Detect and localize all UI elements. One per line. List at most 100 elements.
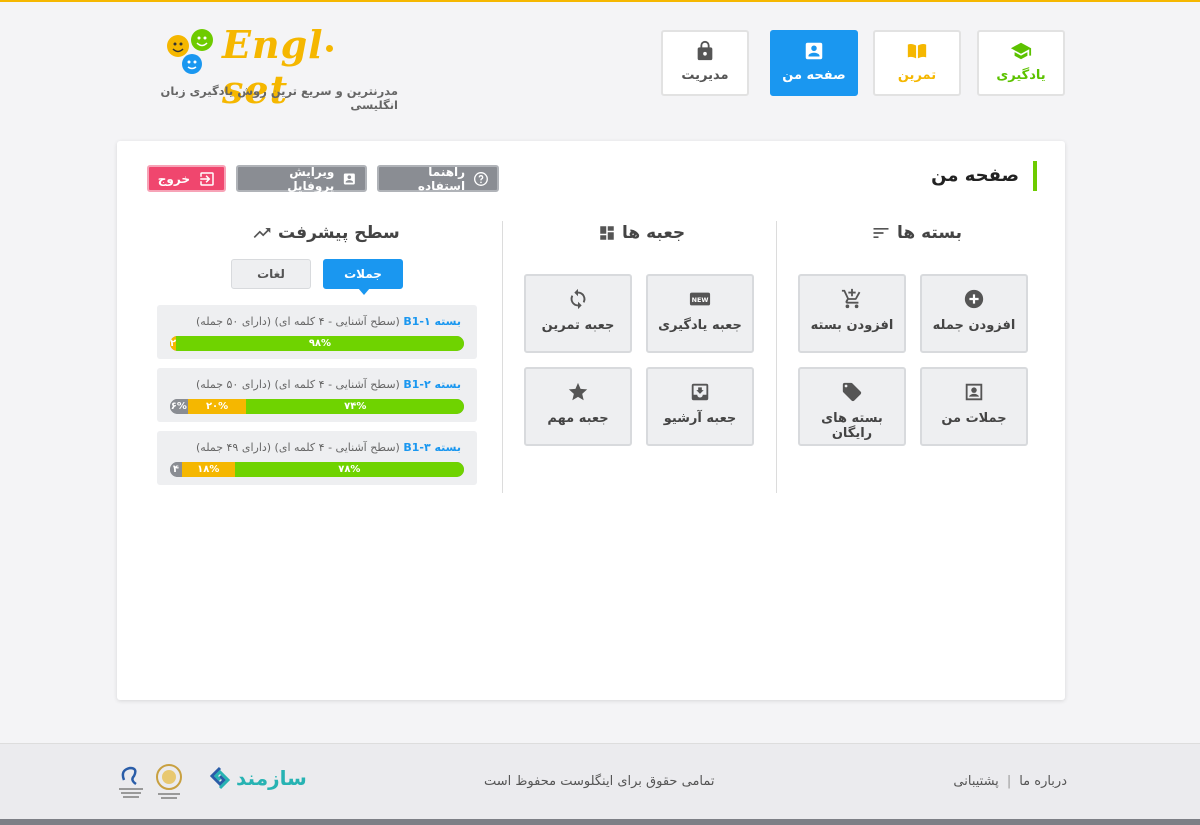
add-package-label: افزودن بسته xyxy=(810,318,894,333)
progress-card[interactable]: بسته B1-۳ (سطح آشنایی - ۴ کلمه ای) (دارا… xyxy=(157,431,477,485)
brand-dot xyxy=(325,45,333,52)
add-sentence-label: افزودن جمله xyxy=(932,318,1016,333)
graduation-cap-icon xyxy=(1010,42,1032,60)
progress-title: سطح پیشرفت xyxy=(252,223,400,243)
exit-icon xyxy=(200,171,214,186)
package-name: بسته B1-۲ xyxy=(403,378,461,391)
account-box-icon xyxy=(805,42,823,60)
package-description: (سطح آشنایی - ۴ کلمه ای) (دارای ۴۹ جمله) xyxy=(196,441,400,454)
sazmand-mark-icon xyxy=(209,766,231,790)
progress-segment-remaining: ۴ xyxy=(170,462,182,477)
my-sentences-label: جملات من xyxy=(941,411,1007,426)
sort-lines-icon xyxy=(873,228,889,238)
exit-button[interactable]: خروج xyxy=(147,165,226,192)
logo-faces-icon xyxy=(167,29,213,74)
my-sentences-tile[interactable]: جملات من xyxy=(920,367,1028,446)
progress-bar: ۹۸% ۲ xyxy=(170,336,464,351)
progress-card-title: بسته B1-۳ (سطح آشنایی - ۴ کلمه ای) (دارا… xyxy=(196,441,461,454)
progress-segment-learned: ۹۸% xyxy=(175,336,464,351)
learning-box-label: جعبه یادگیری xyxy=(658,318,742,333)
progress-segment-remaining: ۶% xyxy=(170,399,188,414)
guide-button[interactable]: راهنما استفاده xyxy=(377,164,499,193)
progress-card[interactable]: بسته B1-۱ (سطح آشنایی - ۴ کلمه ای) (دارا… xyxy=(157,305,477,359)
edit-profile-button[interactable]: ویرایش پروفایل xyxy=(236,164,367,193)
packages-title: بسته ها xyxy=(871,223,962,243)
add-sentence-tile[interactable]: افزودن جمله xyxy=(920,274,1028,353)
help-circle-icon xyxy=(474,171,489,186)
progress-bar: ۷۸% ۱۸% ۴ xyxy=(170,462,464,477)
progress-segment-learned: ۷۴% xyxy=(246,399,464,414)
top-accent-line xyxy=(0,0,1200,2)
column-divider xyxy=(502,221,503,493)
sazmand-text: سازمند xyxy=(236,766,307,790)
archive-icon xyxy=(691,383,709,401)
nav-mypage-button[interactable]: صفحه من xyxy=(770,30,858,96)
learning-box-tile[interactable]: NEW جعبه یادگیری xyxy=(646,274,754,353)
exit-label: خروج xyxy=(157,171,190,186)
progress-segment-in-progress: ۱۸% xyxy=(181,462,235,477)
boxes-title-text: جعبه ها xyxy=(622,223,686,243)
nav-learn-label: یادگیری xyxy=(996,68,1046,83)
free-packages-tile[interactable]: بسته های رایگان xyxy=(798,367,906,446)
footer: درباره ما | پشتیبانی تمامی حقوق برای این… xyxy=(0,743,1200,819)
trust-seal-icon[interactable] xyxy=(152,762,186,802)
nav-practice-label: تمرین xyxy=(897,68,937,83)
edit-profile-label: ویرایش پروفایل xyxy=(287,164,335,193)
trending-up-icon xyxy=(253,228,271,238)
add-cart-icon xyxy=(841,288,861,309)
add-package-tile[interactable]: افزودن بسته xyxy=(798,274,906,353)
footer-separator: | xyxy=(1006,774,1012,789)
nav-learn-button[interactable]: یادگیری xyxy=(977,30,1065,96)
new-badge-icon: NEW xyxy=(689,292,711,306)
progress-bar: ۷۴% ۲۰% ۶% xyxy=(170,399,464,414)
progress-card[interactable]: بسته B1-۲ (سطح آشنایی - ۴ کلمه ای) (دارا… xyxy=(157,368,477,422)
book-icon xyxy=(907,43,927,59)
package-description: (سطح آشنایی - ۴ کلمه ای) (دارای ۵۰ جمله) xyxy=(196,378,400,391)
progress-segment-learned: ۷۸% xyxy=(234,462,464,477)
progress-title-text: سطح پیشرفت xyxy=(278,223,400,243)
svg-text:NEW: NEW xyxy=(692,296,709,304)
tagline: مدرنترین و سریع ترین روش یادگیری زبان ان… xyxy=(160,84,399,112)
boxes-title: جعبه ها xyxy=(598,223,685,243)
support-link[interactable]: پشتیبانی xyxy=(953,774,998,789)
enamad-seal-icon[interactable] xyxy=(116,762,146,802)
logo[interactable]: Englset مدرنترین و سریع ترین روش یادگیری… xyxy=(150,22,400,112)
nav-admin-button[interactable]: مدیریت xyxy=(661,30,749,96)
free-packages-label: بسته های رایگان xyxy=(821,411,883,441)
account-box-icon xyxy=(965,383,983,401)
words-tab[interactable]: لغات xyxy=(231,259,311,289)
progress-segment-in-progress: ۲۰% xyxy=(187,399,247,414)
add-circle-icon xyxy=(964,289,984,309)
tag-icon xyxy=(842,382,862,402)
archive-box-tile[interactable]: جعبه آرشیو xyxy=(646,367,754,446)
progress-card-title: بسته B1-۲ (سطح آشنایی - ۴ کلمه ای) (دارا… xyxy=(196,378,461,391)
footer-links: درباره ما | پشتیبانی xyxy=(953,774,1067,789)
main-card: صفحه من راهنما استفاده ویرایش پروفایل خر… xyxy=(117,141,1065,700)
nav-admin-label: مدیریت xyxy=(681,68,729,83)
nav-mypage-label: صفحه من xyxy=(782,68,846,83)
important-box-tile[interactable]: جعبه مهم xyxy=(524,367,632,446)
star-icon xyxy=(568,382,588,401)
sentences-tab[interactable]: جملات xyxy=(323,259,403,295)
archive-box-label: جعبه آرشیو xyxy=(663,411,737,426)
package-description: (سطح آشنایی - ۴ کلمه ای) (دارای ۵۰ جمله) xyxy=(196,315,400,328)
footer-bottom-bar xyxy=(0,819,1200,825)
page-title: صفحه من xyxy=(931,161,1037,191)
lock-icon xyxy=(697,40,713,61)
account-box-icon xyxy=(344,172,356,185)
guide-label: راهنما استفاده xyxy=(417,164,466,193)
dashboard-icon xyxy=(600,226,614,240)
refresh-icon xyxy=(570,288,586,310)
nav-practice-button[interactable]: تمرین xyxy=(873,30,961,96)
about-link[interactable]: درباره ما xyxy=(1019,774,1067,789)
practice-box-label: جعبه تمرین xyxy=(541,318,615,333)
important-box-label: جعبه مهم xyxy=(547,411,609,426)
package-name: بسته B1-۳ xyxy=(403,441,461,454)
column-divider xyxy=(776,221,777,493)
copyright-text: تمامی حقوق برای اینگلوست محفوظ است xyxy=(484,774,715,789)
package-name: بسته B1-۱ xyxy=(403,315,461,328)
practice-box-tile[interactable]: جعبه تمرین xyxy=(524,274,632,353)
progress-card-title: بسته B1-۱ (سطح آشنایی - ۴ کلمه ای) (دارا… xyxy=(196,315,461,328)
packages-title-text: بسته ها xyxy=(897,223,963,243)
sazmand-logo[interactable]: سازمند xyxy=(208,766,307,790)
